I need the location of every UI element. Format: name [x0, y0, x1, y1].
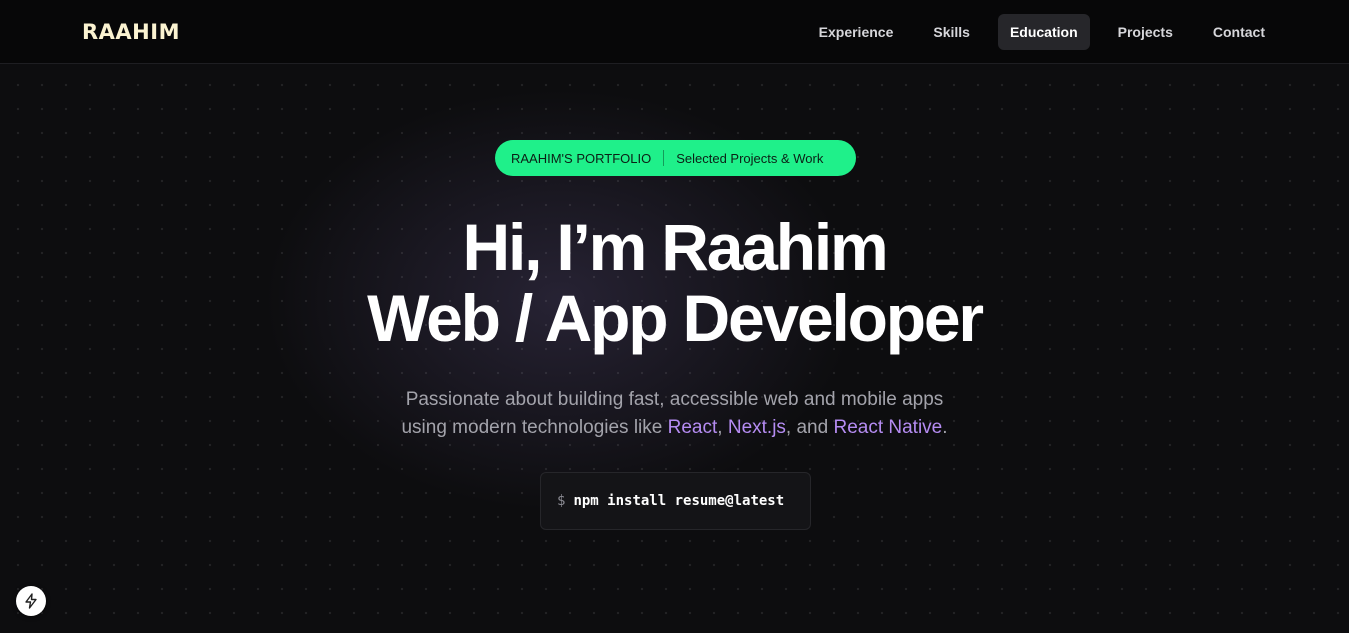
- subtitle-end: .: [942, 417, 948, 438]
- terminal-command-box[interactable]: $ npm install resume@latest: [540, 472, 811, 530]
- subtitle-prefix: using modern technologies like: [401, 417, 668, 438]
- hero-headline: Hi, I’m Raahim Web / App Developer: [0, 212, 1349, 354]
- nav-link-contact[interactable]: Contact: [1201, 14, 1277, 50]
- nav-links: Experience Skills Education Projects Con…: [801, 14, 1283, 50]
- hero-subtitle: Passionate about building fast, accessib…: [0, 386, 1349, 442]
- subtitle-line-2: using modern technologies like React, Ne…: [0, 414, 1349, 442]
- subtitle-line-1: Passionate about building fast, accessib…: [405, 389, 944, 410]
- page: RAAHIM Experience Skills Education Proje…: [0, 0, 1349, 633]
- tech-nextjs: Next.js: [727, 417, 786, 438]
- badge-label: RAAHIM'S PORTFOLIO: [511, 150, 652, 166]
- tech-react: React: [667, 417, 718, 438]
- bolt-button[interactable]: [16, 586, 46, 616]
- portfolio-badge: RAAHIM'S PORTFOLIO Selected Projects & W…: [495, 140, 856, 176]
- nav-link-experience[interactable]: Experience: [807, 14, 906, 50]
- nav-link-projects[interactable]: Projects: [1106, 14, 1185, 50]
- top-navbar: RAAHIM Experience Skills Education Proje…: [0, 0, 1349, 64]
- badge-tagline: Selected Projects & Work: [676, 150, 824, 166]
- headline-greeting: Hi, I’m Raahim: [462, 210, 889, 284]
- tech-react-native: React Native: [833, 417, 943, 438]
- terminal-command: npm install resume@latest: [573, 493, 785, 509]
- nav-link-education[interactable]: Education: [997, 14, 1090, 50]
- subtitle-separator-2: , and: [785, 417, 834, 438]
- badge-divider: [663, 150, 665, 166]
- bolt-icon: [24, 593, 38, 609]
- terminal-prompt: $: [557, 493, 566, 509]
- headline-role: Web / App Developer: [367, 281, 984, 355]
- site-logo[interactable]: RAAHIM: [82, 19, 180, 45]
- subtitle-separator-1: ,: [717, 417, 728, 438]
- nav-link-skills[interactable]: Skills: [921, 14, 982, 50]
